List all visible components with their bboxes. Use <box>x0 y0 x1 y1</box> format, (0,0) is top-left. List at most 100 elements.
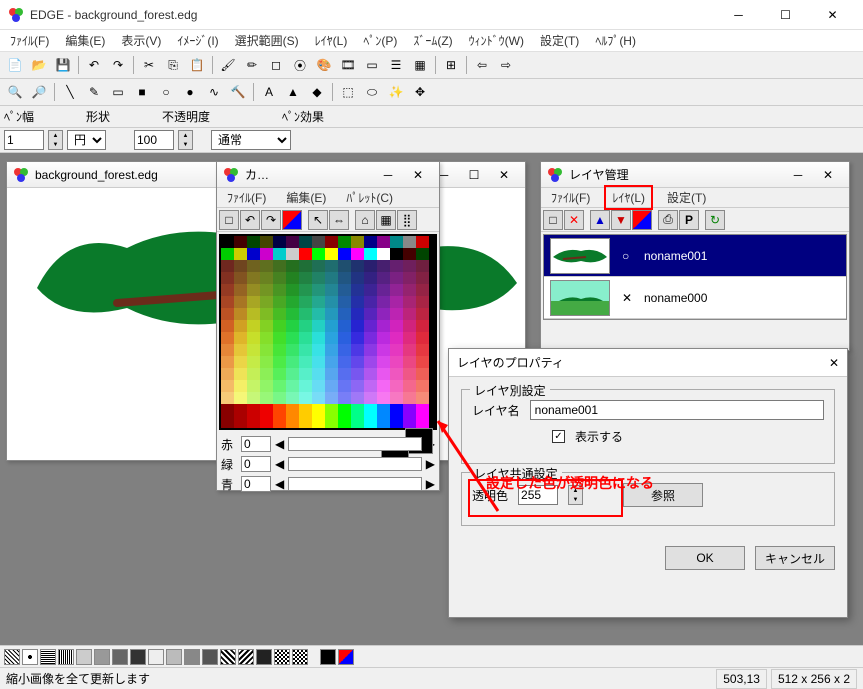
trans-color-spinner[interactable]: ▲▼ <box>568 485 583 505</box>
palette-cell[interactable] <box>338 260 351 272</box>
select-wand-icon[interactable]: ✨ <box>385 81 407 103</box>
palette-cell[interactable] <box>390 332 403 344</box>
palette-cell[interactable] <box>273 344 286 356</box>
ellipse-fill-icon[interactable]: ● <box>179 81 201 103</box>
palette-cell[interactable] <box>260 404 273 416</box>
palette-cell[interactable] <box>364 380 377 392</box>
opacity-input[interactable] <box>134 130 174 150</box>
palette-redo-icon[interactable]: ↷ <box>261 210 281 230</box>
palette-cell[interactable] <box>247 416 260 428</box>
palette-cell[interactable] <box>416 356 429 368</box>
layer-titlebar[interactable]: レイヤ管理 ─ ✕ <box>541 162 849 188</box>
opacity-spinner[interactable]: ▲▼ <box>178 130 193 150</box>
layer-props-icon[interactable]: ⎙ <box>658 210 678 230</box>
palette-cell[interactable] <box>260 344 273 356</box>
zoomout-icon[interactable]: 🔎 <box>28 81 50 103</box>
palette-cell[interactable] <box>377 404 390 416</box>
palette-cell[interactable] <box>403 344 416 356</box>
layer-name-input[interactable] <box>530 400 824 420</box>
line-tool-icon[interactable]: ╲ <box>59 81 81 103</box>
palette-cell[interactable] <box>234 272 247 284</box>
palette-cell[interactable] <box>377 344 390 356</box>
palette-cell[interactable] <box>351 296 364 308</box>
palette-cell[interactable] <box>351 260 364 272</box>
palette-cell[interactable] <box>364 356 377 368</box>
palette-cell[interactable] <box>377 236 390 248</box>
palette-cell[interactable] <box>312 260 325 272</box>
palette-cell[interactable] <box>390 368 403 380</box>
r-left-icon[interactable]: ◀ <box>275 437 284 451</box>
palette-home-icon[interactable]: ⌂ <box>355 210 375 230</box>
palette-cell[interactable] <box>286 392 299 404</box>
palette-cell[interactable] <box>312 320 325 332</box>
pattern-swatch[interactable] <box>22 649 38 665</box>
palette-cell[interactable] <box>351 380 364 392</box>
palette-cell[interactable] <box>312 284 325 296</box>
palette-cell[interactable] <box>390 272 403 284</box>
layer-menu-settings[interactable]: 設定(T) <box>661 187 712 208</box>
palette-cell[interactable] <box>312 404 325 416</box>
palette-cell[interactable] <box>325 380 338 392</box>
palette-cell[interactable] <box>260 320 273 332</box>
palette-cell[interactable] <box>273 392 286 404</box>
palette-cell[interactable] <box>416 248 429 260</box>
palette-cell[interactable] <box>390 320 403 332</box>
pattern-swatch[interactable] <box>220 649 236 665</box>
palette-cell[interactable] <box>247 356 260 368</box>
gradient-icon[interactable]: ◆ <box>306 81 328 103</box>
palette-cell[interactable] <box>351 332 364 344</box>
palette-cell[interactable] <box>273 272 286 284</box>
canvas-close-button[interactable]: ✕ <box>489 164 519 186</box>
menu-view[interactable]: 表示(V) <box>115 30 167 51</box>
palette-cell[interactable] <box>260 284 273 296</box>
pattern-swatch[interactable] <box>256 649 272 665</box>
palette-cell[interactable] <box>364 236 377 248</box>
menu-window[interactable]: ｳｨﾝﾄﾞｳ(W) <box>463 30 530 51</box>
palette-cell[interactable] <box>221 392 234 404</box>
palette-cell[interactable] <box>260 392 273 404</box>
palette-cell[interactable] <box>221 332 234 344</box>
palette-cell[interactable] <box>286 284 299 296</box>
palette-cell[interactable] <box>234 260 247 272</box>
palette-menu-palette[interactable]: ﾊﾟﾚｯﾄ(C) <box>340 187 399 208</box>
r-value[interactable]: 0 <box>241 436 271 452</box>
palette-cell[interactable] <box>286 272 299 284</box>
palette-cell[interactable] <box>338 392 351 404</box>
palette-cell[interactable] <box>416 320 429 332</box>
palette-cell[interactable] <box>416 308 429 320</box>
b-right-icon[interactable]: ▶ <box>426 477 435 491</box>
palette-cell[interactable] <box>234 248 247 260</box>
palette-cell[interactable] <box>312 308 325 320</box>
palette-cell[interactable] <box>377 416 390 428</box>
palette-cell[interactable] <box>312 380 325 392</box>
palette-cell[interactable] <box>390 236 403 248</box>
palette-cell[interactable] <box>234 404 247 416</box>
palette-titlebar[interactable]: カ… ─ ✕ <box>217 162 439 188</box>
palette-cell[interactable] <box>299 236 312 248</box>
current-bg[interactable] <box>338 649 354 665</box>
brush-icon[interactable]: 🖌 <box>217 54 239 76</box>
palette-cell[interactable] <box>286 296 299 308</box>
layer-menu-file[interactable]: ﾌｧｲﾙ(F) <box>545 187 596 208</box>
pen-width-spinner[interactable]: ▲▼ <box>48 130 63 150</box>
b-left-icon[interactable]: ◀ <box>275 477 284 491</box>
palette-cell[interactable] <box>351 272 364 284</box>
palette-cell[interactable] <box>247 296 260 308</box>
palette-close-button[interactable]: ✕ <box>403 164 433 186</box>
menu-zoom[interactable]: ｽﾞｰﾑ(Z) <box>407 30 458 51</box>
layer-refresh-icon[interactable]: ↻ <box>705 210 725 230</box>
pattern-swatch[interactable] <box>58 649 74 665</box>
palette-cell[interactable] <box>377 320 390 332</box>
pattern-swatch[interactable] <box>112 649 128 665</box>
palette-cell[interactable] <box>364 416 377 428</box>
layer-delete-icon[interactable]: ✕ <box>564 210 584 230</box>
picker-icon[interactable]: ⦿ <box>289 54 311 76</box>
palette-cell[interactable] <box>299 308 312 320</box>
palette-cell[interactable] <box>390 392 403 404</box>
palette-cell[interactable] <box>351 284 364 296</box>
save-icon[interactable]: 💾 <box>52 54 74 76</box>
pencil-tool-icon[interactable]: ✎ <box>83 81 105 103</box>
palette-cell[interactable] <box>351 404 364 416</box>
palette-cell[interactable] <box>377 356 390 368</box>
palette-cell[interactable] <box>234 380 247 392</box>
